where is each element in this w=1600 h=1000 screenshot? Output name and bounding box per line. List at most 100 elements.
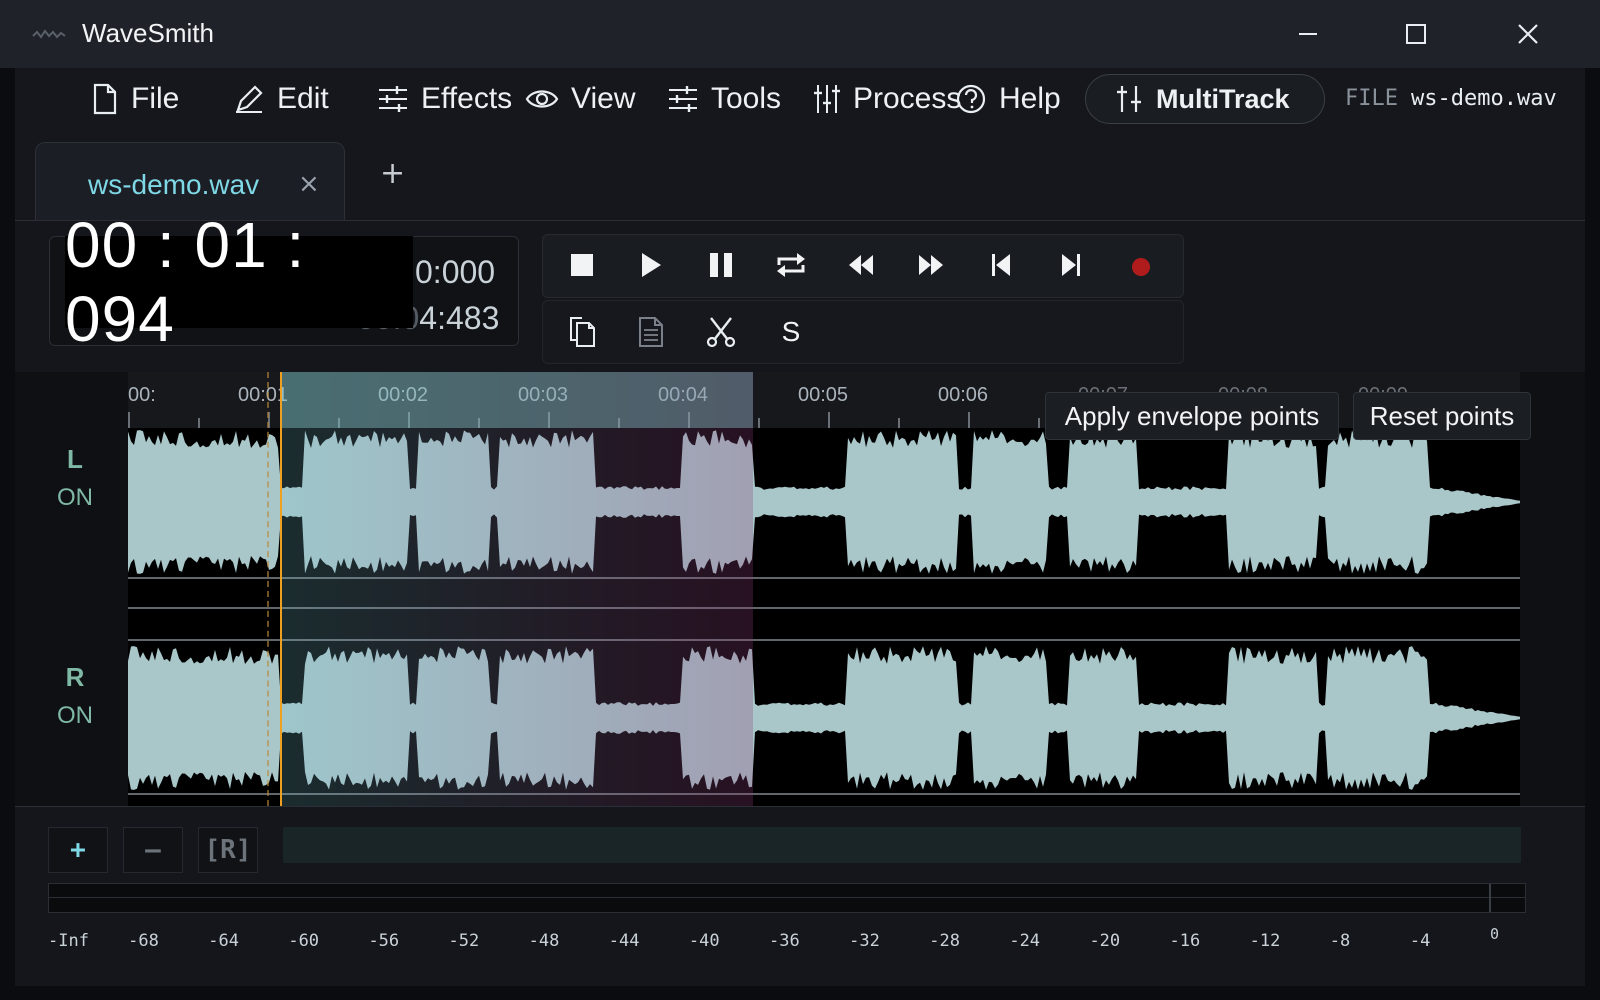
file-icon <box>93 83 117 115</box>
selection-start-time: 0:000 <box>415 254 496 290</box>
stop-icon <box>571 254 593 276</box>
menu-file[interactable]: File <box>91 80 179 118</box>
help-icon <box>956 84 986 114</box>
stop-button[interactable] <box>560 243 604 287</box>
skip-end-icon <box>1062 254 1080 276</box>
edit-toolbar: S <box>542 300 1184 364</box>
meter-scale-label: -60 <box>288 931 320 951</box>
record-button[interactable] <box>1119 245 1163 289</box>
meter-scale-label: 0 <box>1490 925 1500 943</box>
ruler-tick-label: 00:01 <box>238 384 289 406</box>
sliders-icon <box>669 86 697 112</box>
channel-right-toggle[interactable]: ON <box>55 702 95 730</box>
meter-scale-label: -44 <box>608 931 640 951</box>
meter-scale-label: -Inf <box>48 931 89 951</box>
minimize-button[interactable] <box>1286 14 1330 54</box>
mixer-icon <box>814 85 840 113</box>
pencil-icon <box>236 85 263 113</box>
new-tab-button[interactable]: + <box>380 156 405 191</box>
menu-process[interactable]: Process <box>813 80 973 118</box>
play-icon <box>642 253 661 277</box>
waveform-display <box>128 430 1520 795</box>
playhead-marker <box>267 372 271 806</box>
ruler-tick-label: 00:03 <box>518 384 569 406</box>
eye-icon <box>525 90 559 108</box>
meter-scale-label: -64 <box>208 931 239 951</box>
main-area: File Edit Effects View Tools Process Hel… <box>15 68 1585 986</box>
meter-peak-box <box>1489 884 1527 912</box>
skip-to-end-button[interactable] <box>1049 243 1093 287</box>
loop-icon <box>777 253 805 277</box>
meter-scale-label: -36 <box>769 931 800 951</box>
waveform-region: 00:00:0100:0200:0300:0400:0500:0600:0700… <box>15 372 1585 806</box>
menu-tools[interactable]: Tools <box>667 80 781 118</box>
menu-view-label: View <box>571 82 636 115</box>
meter-scale-label: -20 <box>1089 931 1121 951</box>
menu-view[interactable]: View <box>525 80 635 118</box>
paste-button[interactable] <box>629 310 673 354</box>
multitrack-label: MultiTrack <box>1156 83 1290 114</box>
waveform-logo-icon <box>32 29 66 39</box>
close-icon <box>1518 24 1538 44</box>
menu-help-label: Help <box>999 82 1061 115</box>
ruler-tick-label: 00:02 <box>378 384 429 406</box>
play-button[interactable] <box>629 243 673 287</box>
meter-scale-label: -68 <box>128 931 159 951</box>
copy-button[interactable] <box>560 310 604 354</box>
sliders-icon <box>379 86 407 112</box>
pause-button[interactable] <box>699 243 743 287</box>
cut-button[interactable] <box>699 310 743 354</box>
waveform-shape <box>128 646 1520 790</box>
minimize-icon <box>1299 33 1317 35</box>
silence-button[interactable]: S <box>769 310 813 354</box>
meter-scale-label: -52 <box>448 931 480 951</box>
ruler-tick-label: 00:04 <box>658 384 709 406</box>
skip-to-start-button[interactable] <box>979 243 1023 287</box>
pause-icon <box>710 253 732 277</box>
menu-file-label: File <box>131 82 180 115</box>
meter-scale-label: -40 <box>688 931 720 951</box>
meter-scale-label: -48 <box>528 931 560 951</box>
rewind-button[interactable] <box>839 243 883 287</box>
transport-toolbar <box>542 234 1184 298</box>
title-bar: WaveSmith <box>0 0 1600 68</box>
menu-process-label: Process <box>853 82 962 115</box>
zoom-out-button[interactable]: – <box>123 827 183 873</box>
maximize-button[interactable] <box>1394 14 1438 54</box>
reset-points-button[interactable]: Reset points <box>1353 392 1531 440</box>
current-time-display: 00 : 01 : 094 <box>65 209 413 355</box>
meter-scale-label: -12 <box>1249 931 1281 951</box>
level-meter <box>48 883 1526 913</box>
zoom-reset-button[interactable]: [R] <box>198 827 258 873</box>
channel-left-toggle[interactable]: ON <box>55 484 95 512</box>
copy-icon <box>570 317 595 347</box>
channel-left-label: L <box>67 444 83 474</box>
menu-help[interactable]: Help <box>955 80 1061 118</box>
horizontal-scrollbar[interactable] <box>283 827 1521 863</box>
skip-start-icon <box>992 254 1010 276</box>
document-icon <box>639 317 663 347</box>
menu-edit[interactable]: Edit <box>233 80 329 118</box>
file-name: ws-demo.wav <box>1411 86 1557 111</box>
multitrack-icon <box>1117 86 1141 112</box>
menu-tools-label: Tools <box>711 82 782 115</box>
bottom-panel: + – [R] -Inf -68 -64 -60 -56 -52 -48 -44 -40 -36-… <box>15 806 1585 986</box>
tab-close-button[interactable]: × <box>298 169 320 199</box>
meter-scale-label: -56 <box>368 931 400 951</box>
meter-divider <box>49 897 1525 898</box>
close-window-button[interactable] <box>1506 14 1550 54</box>
zoom-in-button[interactable]: + <box>48 827 108 873</box>
meter-scale-label: -4 <box>1409 931 1431 951</box>
waveform-canvas[interactable] <box>128 428 1520 806</box>
selection-end-value: 4:483 <box>419 300 500 336</box>
menu-edit-label: Edit <box>277 82 329 115</box>
ruler-tick-label: 00:06 <box>938 384 989 406</box>
menu-effects[interactable]: Effects <box>377 80 512 118</box>
maximize-icon <box>1406 24 1426 44</box>
scissors-icon <box>706 317 736 348</box>
apply-envelope-button[interactable]: Apply envelope points <box>1045 392 1339 440</box>
fast-forward-button[interactable] <box>909 243 953 287</box>
loop-button[interactable] <box>769 243 813 287</box>
multitrack-button[interactable]: MultiTrack <box>1085 74 1325 124</box>
menu-effects-label: Effects <box>421 82 513 115</box>
